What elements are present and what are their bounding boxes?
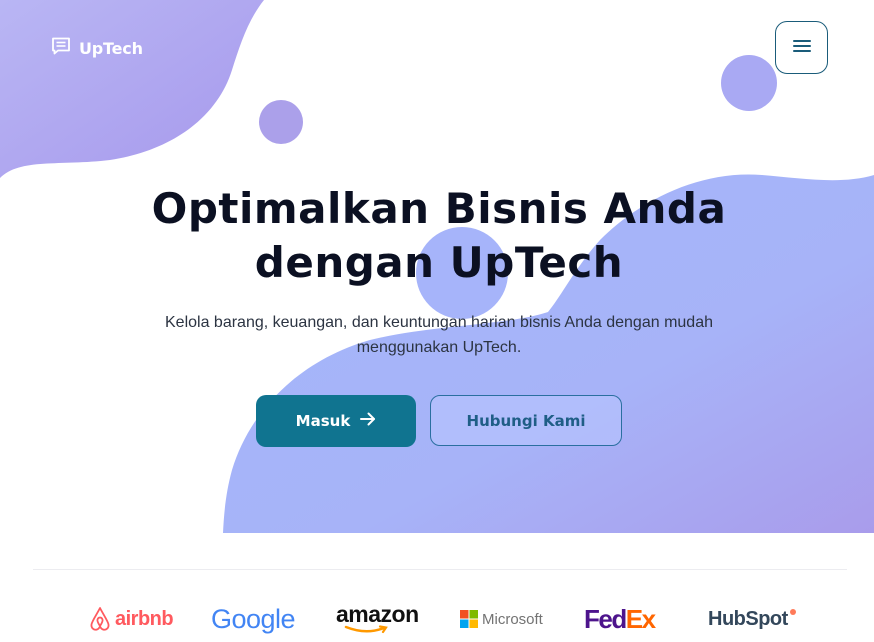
hero-subtitle-line2: menggunakan UpTech.	[356, 339, 522, 356]
microsoft-logo: Microsoft	[460, 602, 543, 636]
airbnb-wordmark: airbnb	[115, 607, 174, 630]
microsoft-wordmark: Microsoft	[482, 610, 543, 628]
brand-logo[interactable]: UpTech	[51, 36, 143, 60]
top-left-blob	[0, 0, 264, 178]
hero-subtitle-line1: Kelola barang, keuangan, dan keuntungan …	[165, 314, 713, 331]
menu-button[interactable]	[775, 21, 828, 74]
hero-subtitle: Kelola barang, keuangan, dan keuntungan …	[140, 310, 738, 360]
google-wordmark: Google	[211, 603, 296, 634]
amazon-logo: amazon	[336, 603, 419, 637]
message-square-icon	[51, 37, 71, 59]
brand-name: UpTech	[79, 38, 143, 58]
hero-title-line2: dengan UpTech	[254, 238, 624, 287]
fedex-logo: Fed Ex	[584, 602, 656, 636]
google-logo: Google	[211, 602, 296, 636]
login-button-label: Masuk	[295, 412, 351, 430]
arrow-right-icon	[360, 412, 376, 430]
hamburger-menu-icon	[792, 38, 811, 57]
section-divider	[33, 569, 847, 570]
fedex-wordmark-ex: Ex	[625, 603, 656, 634]
hero-title: Optimalkan Bisnis Anda dengan UpTech	[100, 182, 778, 290]
decor-circle-left	[259, 100, 303, 144]
amazon-smile-icon	[344, 625, 388, 634]
decor-circle-right	[721, 55, 777, 111]
hero-title-line1: Optimalkan Bisnis Anda	[151, 184, 727, 233]
contact-us-button[interactable]: Hubungi Kami	[430, 395, 622, 446]
fedex-wordmark-fed: Fed	[584, 603, 627, 634]
login-button[interactable]: Masuk	[256, 395, 416, 447]
hubspot-logo: HubSpot	[708, 602, 797, 636]
hubspot-sprocket-icon	[789, 609, 796, 615]
amazon-wordmark: amazon	[336, 601, 419, 627]
contact-us-button-label: Hubungi Kami	[466, 411, 586, 430]
airbnb-logo: airbnb	[88, 602, 174, 636]
microsoft-icon	[460, 610, 478, 628]
airbnb-icon	[90, 607, 110, 631]
hubspot-wordmark: HubSpot	[708, 607, 788, 630]
